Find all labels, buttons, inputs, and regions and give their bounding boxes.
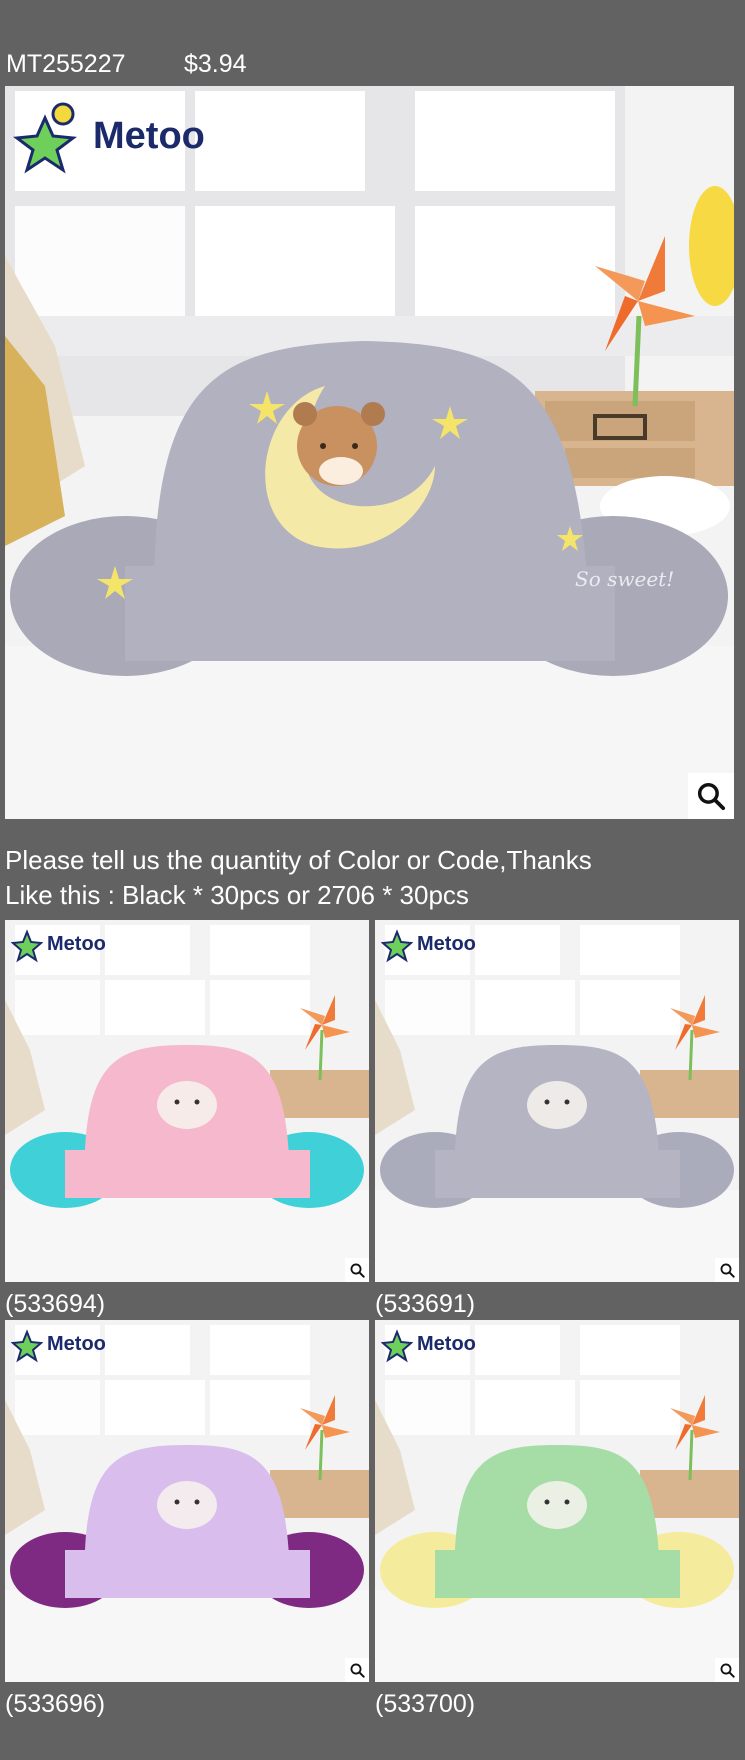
main-product-image[interactable]: So sweet! Metoo bbox=[5, 86, 734, 819]
magnifier-icon bbox=[350, 1663, 365, 1678]
variant-image-1[interactable]: Metoo bbox=[5, 920, 369, 1282]
variant-pillow-illustration: Metoo bbox=[375, 920, 739, 1282]
variant-image-3[interactable]: Metoo bbox=[5, 1320, 369, 1682]
variant-code-1: (533694) bbox=[5, 1290, 106, 1318]
magnifier-icon bbox=[697, 782, 725, 810]
variant-pillow-illustration: Metoo bbox=[5, 1320, 369, 1682]
zoom-button[interactable] bbox=[345, 1258, 369, 1282]
variant-code-3: (533696) bbox=[5, 1690, 106, 1718]
magnifier-icon bbox=[720, 1663, 735, 1678]
embroidery-text: So sweet! bbox=[575, 567, 674, 591]
variant-brand-name: Metoo bbox=[47, 1333, 106, 1355]
variant-code-2: (533691) bbox=[375, 1290, 476, 1318]
brand-name: Metoo bbox=[93, 115, 205, 157]
variant-brand-name: Metoo bbox=[417, 1333, 476, 1355]
magnifier-icon bbox=[720, 1263, 735, 1278]
zoom-button[interactable] bbox=[345, 1658, 369, 1682]
variant-image-2[interactable]: Metoo bbox=[375, 920, 739, 1282]
zoom-button[interactable] bbox=[715, 1658, 739, 1682]
variant-image-4[interactable]: Metoo bbox=[375, 1320, 739, 1682]
variant-pillow-illustration: Metoo bbox=[5, 920, 369, 1282]
zoom-button[interactable] bbox=[715, 1258, 739, 1282]
variant-brand-name: Metoo bbox=[47, 933, 106, 955]
variant-brand-name: Metoo bbox=[417, 933, 476, 955]
magnifier-icon bbox=[350, 1263, 365, 1278]
main-pillow-illustration: So sweet! Metoo bbox=[5, 86, 734, 819]
variant-code-4: (533700) bbox=[375, 1690, 476, 1718]
variant-pillow-illustration: Metoo bbox=[375, 1320, 739, 1682]
product-price: $3.94 bbox=[184, 50, 247, 78]
order-instructions: Please tell us the quantity of Color or … bbox=[5, 843, 592, 913]
product-header: MT255227 $3.94 bbox=[6, 50, 247, 79]
instructions-line-2: Like this : Black * 30pcs or 2706 * 30pc… bbox=[5, 880, 469, 910]
zoom-button[interactable] bbox=[688, 773, 734, 819]
instructions-line-1: Please tell us the quantity of Color or … bbox=[5, 845, 592, 875]
product-code: MT255227 bbox=[6, 50, 126, 78]
